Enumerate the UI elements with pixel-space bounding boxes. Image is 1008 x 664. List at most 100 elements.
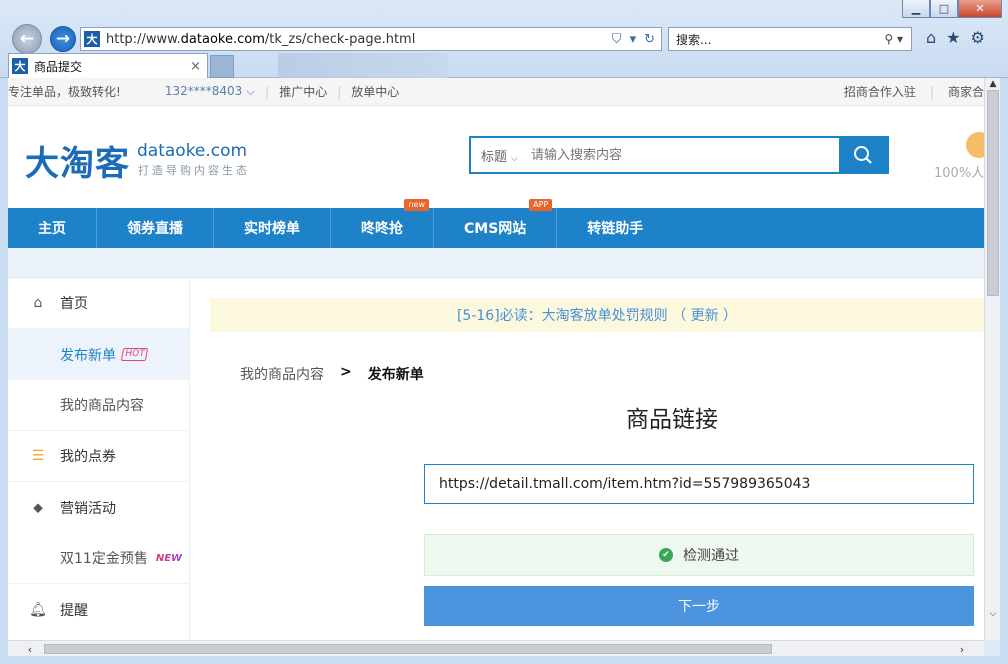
- refresh-icon[interactable]: ↻: [644, 32, 655, 47]
- page-viewport: 专注单品，极致转化! 132****8403 ⌵ | 推广中心 | 放单中心 招…: [8, 78, 984, 640]
- nav-item-dongdong[interactable]: 咚咚抢 new: [331, 199, 434, 248]
- window-controls: ▁ □ ✕: [902, 0, 1002, 18]
- sidebar-item-reminder[interactable]: 🔔︎ 提醒: [8, 584, 189, 635]
- tab-close-icon[interactable]: ×: [190, 59, 201, 74]
- tag-icon: ⬥: [33, 499, 43, 516]
- check-status-text: 检测通过: [683, 548, 739, 564]
- window-frame-right: [1000, 78, 1008, 664]
- sidebar-item-points[interactable]: ☰ 我的点券: [8, 431, 189, 482]
- shield-icon[interactable]: ⛉: [612, 32, 622, 47]
- nav-item-label: 领券直播: [127, 221, 183, 237]
- arrow-right-icon: →: [55, 29, 71, 49]
- nav-item-label: 转链助手: [587, 221, 644, 237]
- scroll-left-icon[interactable]: ‹: [22, 642, 38, 656]
- home-icon: ⌂: [33, 295, 43, 311]
- topbar-account[interactable]: 132****8403 ⌵: [165, 84, 255, 99]
- breadcrumb-separator: >: [340, 364, 352, 380]
- new-tag-icon: NEW: [155, 552, 183, 564]
- address-bar[interactable]: 大 http://www.dataoke.com/tk_zs/check-pag…: [80, 27, 662, 51]
- search-category-select[interactable]: 标题 ⌵: [471, 146, 531, 165]
- site-search-button[interactable]: [839, 137, 887, 173]
- sidebar-item-marketing[interactable]: ⬥ 营销活动: [8, 482, 189, 533]
- sidebar-item-home[interactable]: ⌂ 首页: [8, 278, 189, 329]
- browser-search-box[interactable]: 搜索... ⚲ ▾: [668, 27, 912, 51]
- dropdown-icon[interactable]: ▾: [630, 32, 637, 47]
- sidebar-item-publish[interactable]: 发布新单 HOT: [8, 329, 189, 380]
- topbar-link-release[interactable]: 放单中心: [351, 83, 399, 100]
- forward-button[interactable]: →: [50, 26, 76, 52]
- sidebar-item-label: 双11定金预售: [60, 551, 148, 567]
- topbar-slogan: 专注单品，极致转化!: [8, 85, 121, 99]
- main-nav: 主页 领券直播 实时榜单 咚咚抢 new CMS网站 APP 转链助手: [8, 199, 984, 248]
- address-url[interactable]: http://www.dataoke.com/tk_zs/check-page.…: [106, 32, 612, 47]
- breadcrumb-link[interactable]: 我的商品内容: [240, 364, 324, 384]
- tab-current[interactable]: 大 商品提交 ×: [8, 53, 208, 78]
- notice-text[interactable]: [5-16]必读：大淘客放单处罚规则 （ 更新 ）: [457, 305, 737, 325]
- close-window-button[interactable]: ✕: [958, 0, 1002, 18]
- logo-domain[interactable]: dataoke.com: [137, 141, 247, 161]
- chevron-down-icon: ⌵: [511, 153, 518, 164]
- sidebar-item-label: 我的商品内容: [60, 398, 144, 414]
- bell-icon: 🔔︎: [29, 601, 47, 618]
- search-category-label: 标题: [481, 149, 508, 165]
- topbar-divider: |: [929, 84, 934, 99]
- notice-banner[interactable]: [5-16]必读：大淘客放单处罚规则 （ 更新 ）: [210, 298, 984, 332]
- nav-item-label: 咚咚抢: [361, 221, 403, 237]
- site-favicon-icon: 大: [84, 31, 100, 47]
- site-search: 标题 ⌵: [469, 136, 889, 174]
- search-icon[interactable]: ⚲ ▾: [884, 32, 911, 46]
- tab-title: 商品提交: [34, 59, 83, 74]
- back-button[interactable]: ←: [12, 24, 42, 54]
- main-panel: [5-16]必读：大淘客放单处罚规则 （ 更新 ） 我的商品内容 > 发布新单 …: [210, 278, 984, 640]
- sidebar: ⌂ 首页 发布新单 HOT 我的商品内容 ☰ 我的点券 ⬥ 营销活动 双11定金…: [8, 278, 190, 640]
- topbar-link-recruit[interactable]: 招商合作入驻: [844, 83, 916, 100]
- topbar-link-promo[interactable]: 推广中心: [279, 83, 327, 100]
- topbar-divider: |: [337, 84, 342, 99]
- blurred-tab: [278, 53, 448, 78]
- maximize-button[interactable]: □: [930, 0, 958, 18]
- vertical-scroll-thumb[interactable]: [987, 90, 999, 296]
- nav-item-label: 实时榜单: [244, 221, 300, 237]
- user-avatar-icon[interactable]: [966, 132, 984, 158]
- nav-badge-app: APP: [529, 199, 553, 211]
- scroll-up-icon[interactable]: ▲: [985, 78, 1001, 90]
- sidebar-item-label: 提醒: [60, 602, 88, 619]
- scroll-right-icon[interactable]: ›: [954, 642, 970, 656]
- satisfaction-text: 100%人: [934, 166, 984, 181]
- product-link-input[interactable]: https://detail.tmall.com/item.htm?id=557…: [424, 464, 974, 504]
- search-icon: [854, 146, 872, 164]
- window-frame-left: [0, 78, 8, 664]
- sidebar-item-presale[interactable]: 双11定金预售 NEW: [8, 533, 189, 584]
- new-tab-button[interactable]: [210, 55, 234, 78]
- nav-item-ranking[interactable]: 实时榜单: [214, 208, 331, 248]
- check-status: ✔ 检测通过: [424, 534, 974, 576]
- vertical-scrollbar[interactable]: ▲ ⌵: [984, 78, 1000, 640]
- nav-item-cms[interactable]: CMS网站 APP: [434, 199, 558, 248]
- nav-item-link-helper[interactable]: 转链助手: [557, 208, 673, 248]
- nav-badge-new: new: [404, 199, 429, 211]
- coins-icon: ☰: [31, 448, 45, 464]
- sidebar-item-my-content[interactable]: 我的商品内容: [8, 380, 189, 431]
- sidebar-item-label: 首页: [60, 296, 88, 312]
- next-step-button[interactable]: 下一步: [424, 586, 974, 626]
- minimize-button[interactable]: ▁: [902, 0, 930, 18]
- home-icon[interactable]: ⌂: [926, 28, 936, 47]
- sidebar-item-label: 发布新单: [60, 347, 116, 364]
- check-circle-icon: ✔: [659, 548, 673, 562]
- nav-item-home[interactable]: 主页: [8, 208, 97, 248]
- horizontal-scroll-thumb[interactable]: [44, 644, 772, 654]
- url-path: /tk_zs/check-page.html: [264, 31, 416, 47]
- star-icon[interactable]: ★: [946, 28, 960, 47]
- gear-icon[interactable]: ⚙: [971, 28, 985, 47]
- scroll-down-icon[interactable]: ⌵: [985, 608, 1001, 620]
- nav-item-coupon-live[interactable]: 领券直播: [97, 208, 214, 248]
- url-prefix: http://www.: [106, 31, 181, 47]
- logo[interactable]: 大淘客: [25, 136, 130, 185]
- breadcrumb: 我的商品内容 > 发布新单: [240, 364, 424, 384]
- window-frame-bottom: [0, 656, 1008, 664]
- horizontal-scrollbar[interactable]: ‹ ›: [8, 640, 984, 656]
- page-content: ⌂ 首页 发布新单 HOT 我的商品内容 ☰ 我的点券 ⬥ 营销活动 双11定金…: [8, 278, 984, 640]
- logo-tagline: 打造导购内容生态: [138, 164, 250, 177]
- topbar-link-merchant[interactable]: 商家合: [948, 83, 984, 100]
- site-search-input[interactable]: [531, 138, 839, 172]
